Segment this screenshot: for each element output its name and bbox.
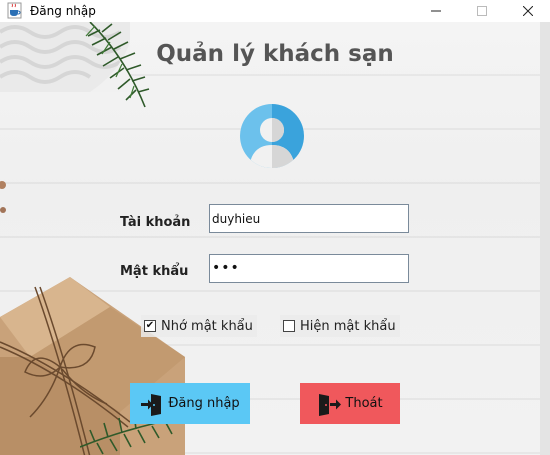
- login-button-label: Đăng nhập: [168, 396, 240, 411]
- page-title: Quản lý khách sạn: [156, 41, 394, 67]
- username-label: Tài khoản: [120, 215, 191, 230]
- checkbox-checked-icon[interactable]: ✔: [144, 320, 156, 332]
- login-button[interactable]: Đăng nhập: [130, 383, 250, 424]
- door-enter-icon: [141, 393, 162, 416]
- maximize-icon: [477, 6, 487, 16]
- window-border: [540, 22, 550, 455]
- window-title: Đăng nhập: [30, 4, 96, 18]
- close-icon: [523, 6, 533, 16]
- exit-button[interactable]: Thoát: [300, 383, 400, 424]
- minimize-icon: [431, 10, 441, 12]
- close-button[interactable]: [505, 0, 550, 22]
- door-exit-icon: [319, 393, 342, 416]
- maximize-button[interactable]: [459, 0, 505, 22]
- password-label: Mật khẩu: [120, 264, 189, 279]
- show-password-label: Hiện mật khẩu: [300, 318, 396, 334]
- username-input[interactable]: [209, 204, 409, 233]
- pine-branch-decoration: [85, 22, 150, 108]
- exit-button-label: Thoát: [345, 396, 383, 411]
- user-avatar-icon: [240, 104, 304, 168]
- remember-password-label: Nhớ mật khẩu: [161, 318, 253, 334]
- window-titlebar: Đăng nhập: [0, 0, 550, 22]
- show-password-checkbox[interactable]: Hiện mật khẩu: [280, 315, 400, 337]
- pine-cone-decoration: [0, 181, 6, 213]
- login-panel: Quản lý khách sạn Tài khoản Mật khẩu •••…: [0, 22, 540, 455]
- minimize-button[interactable]: [413, 0, 459, 22]
- checkbox-unchecked-icon[interactable]: [283, 320, 295, 332]
- remember-password-checkbox[interactable]: ✔ Nhớ mật khẩu: [141, 315, 257, 337]
- password-input[interactable]: •••: [209, 254, 409, 283]
- java-cup-icon: [7, 2, 22, 19]
